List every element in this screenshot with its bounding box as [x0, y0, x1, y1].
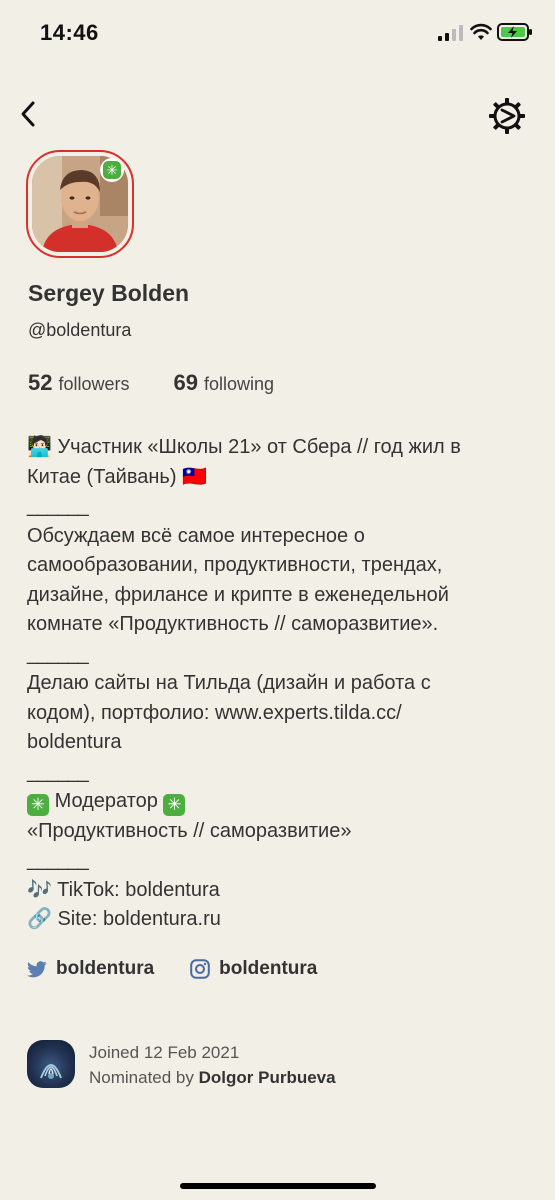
nominator-name[interactable]: Dolgor Purbueva [199, 1068, 336, 1087]
profile-username: @boldentura [28, 320, 132, 340]
bio-separator: ______ [27, 849, 89, 871]
status-time: 14:46 [40, 20, 99, 45]
bio-site[interactable]: 🔗 Site: boldentura.ru [27, 905, 527, 935]
joined-date: Joined 12 Feb 2021 [89, 1043, 240, 1062]
instagram-icon [190, 959, 210, 979]
followers-count: 52 [28, 370, 53, 395]
moderator-label: Модератор [54, 790, 158, 812]
follow-stats: 52 followers 69 following [28, 370, 274, 396]
followers-stat[interactable]: 52 followers [28, 370, 130, 396]
footer-text: Joined 12 Feb 2021 Nominated by Dolgor P… [89, 1040, 336, 1090]
back-button[interactable] [10, 96, 46, 132]
moderator-badge: ✳ [100, 158, 124, 182]
moderator-badge-icon: ✳ [103, 161, 121, 179]
bio-moderator-line: ✳ Модератор ✳ [27, 787, 527, 817]
settings-button[interactable] [487, 96, 527, 136]
profile-footer: Joined 12 Feb 2021 Nominated by Dolgor P… [27, 1040, 336, 1090]
instagram-handle: boldentura [219, 958, 318, 979]
profile-name: Sergey Bolden [28, 280, 190, 306]
bio-line: Делаю сайты на Тильда (дизайн и работа с [27, 672, 431, 694]
chevron-left-icon [21, 101, 35, 127]
bio-line: дизайне, фрилансе и крипте в еженедельно… [27, 583, 449, 606]
bio-separator: ______ [27, 760, 89, 783]
bio-line: «Продуктивность // саморазвитие» [27, 819, 352, 842]
status-bar: 14:46 [0, 0, 555, 66]
bio-line: 🧑🏻‍💻 Участник «Школы 21» от Сбера // год… [27, 436, 461, 458]
wifi-icon [470, 23, 492, 40]
twitter-handle: boldentura [56, 958, 155, 979]
twitter-link[interactable]: boldentura [27, 958, 154, 980]
cellular-signal-icon [438, 25, 463, 41]
sparkle-icon: ✳ [27, 794, 49, 816]
bio-line: Обсуждаем всё самое интересное о [27, 524, 365, 547]
bio-tiktok: 🎶 TikTok: boldentura [27, 878, 220, 901]
bio-line: комнате «Продуктивность // саморазвитие»… [27, 613, 439, 635]
nominated-by-prefix: Nominated by [89, 1068, 194, 1087]
social-links: boldentura boldentura [27, 958, 317, 980]
bio-line: Китае (Тайвань) 🇹🇼 [27, 465, 207, 488]
sparkle-icon: ✳ [163, 794, 186, 816]
nominator-avatar-image [40, 1064, 62, 1079]
nominated-by-line: Nominated by Dolgor Purbueva [89, 1065, 336, 1090]
followers-label: followers [58, 374, 130, 394]
bio-separator: ______ [27, 495, 89, 517]
instagram-link[interactable]: boldentura [190, 958, 317, 980]
bio-link[interactable]: boldentura [27, 728, 527, 758]
profile-bio: 🧑🏻‍💻 Участник «Школы 21» от Сбера // год… [27, 433, 527, 935]
following-stat[interactable]: 69 following [174, 370, 275, 396]
bio-line: кодом), портфолио: www.experts.tilda.cc/ [27, 701, 402, 724]
following-count: 69 [173, 370, 198, 395]
following-label: following [204, 374, 275, 394]
bio-separator: ______ [27, 642, 89, 665]
gear-icon [489, 98, 525, 134]
battery-charging-icon [497, 23, 532, 41]
home-indicator[interactable] [180, 1183, 376, 1189]
twitter-icon [27, 960, 47, 977]
nominator-avatar[interactable] [27, 1040, 75, 1088]
bio-line: самообразовании, продуктивности, трендах… [27, 554, 443, 576]
